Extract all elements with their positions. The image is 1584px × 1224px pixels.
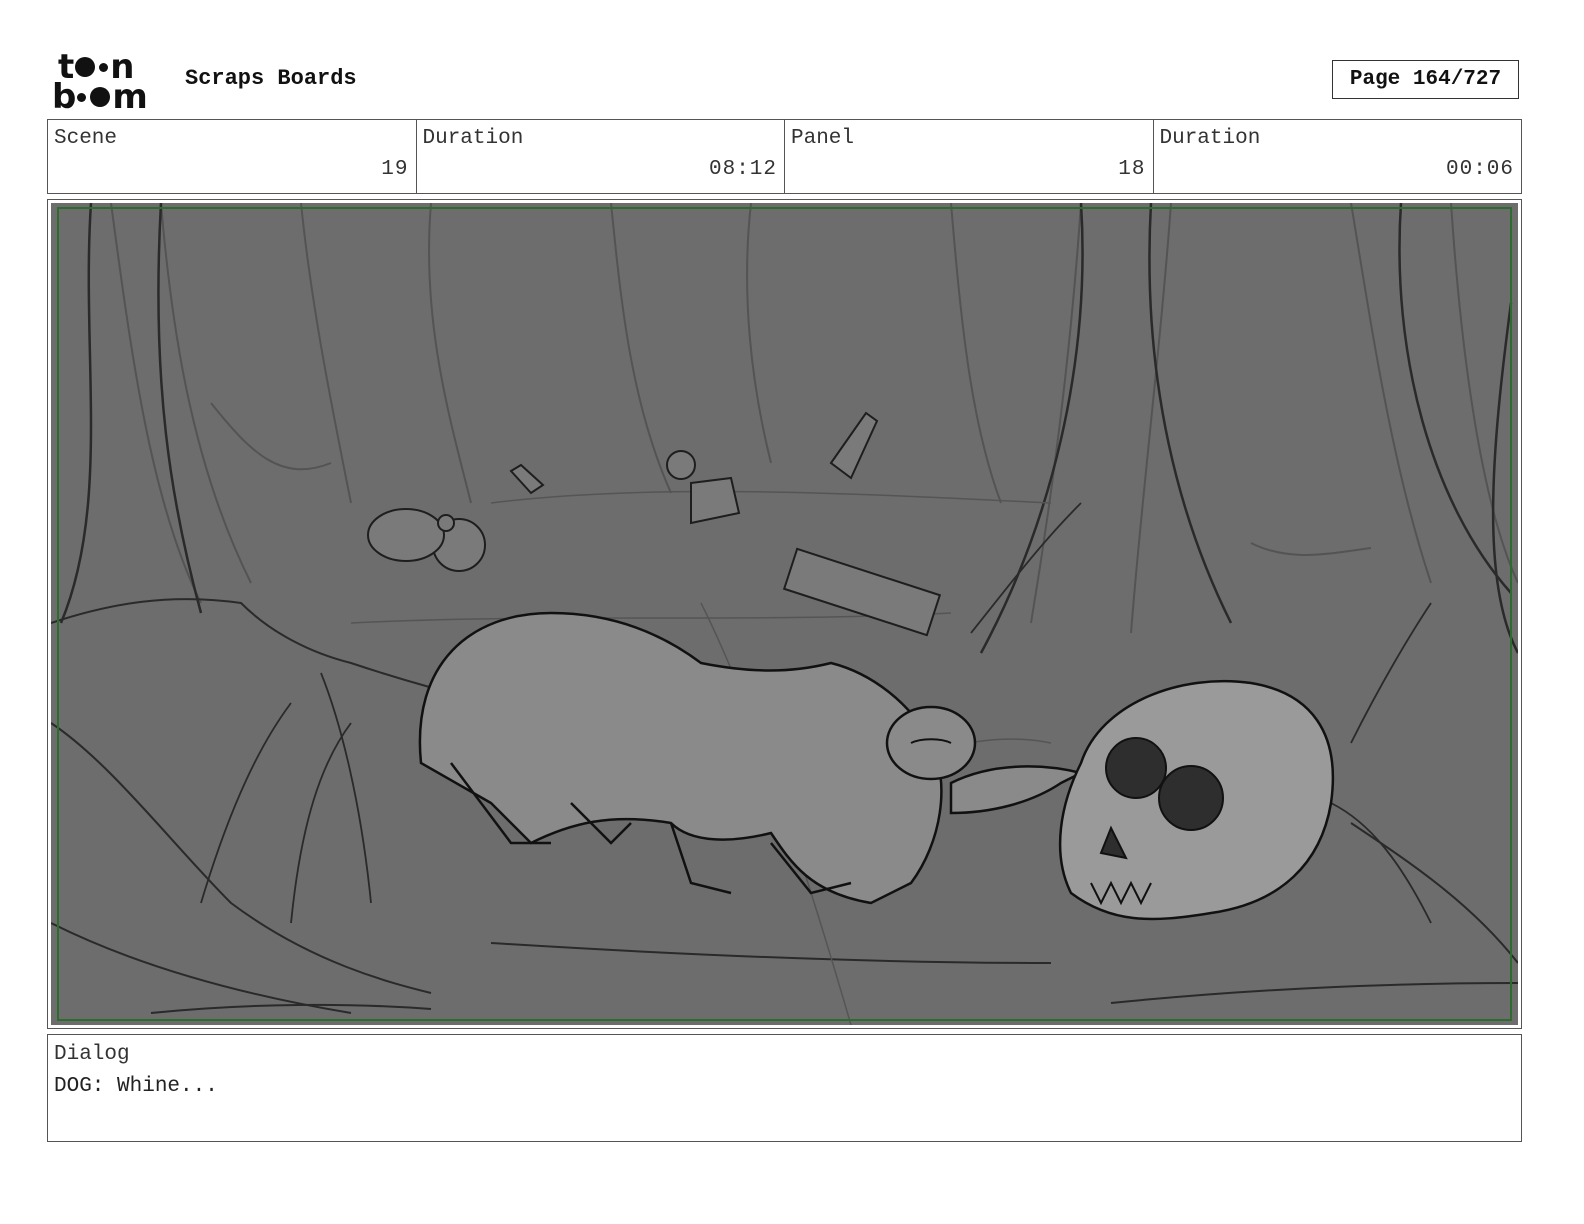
storyboard-panel-frame <box>47 199 1522 1029</box>
panel-label: Panel <box>791 127 855 150</box>
panel-background <box>51 203 1518 1025</box>
panel-duration-cell: Duration 00:06 <box>1154 120 1522 193</box>
logo-dot <box>90 87 111 107</box>
scene-label: Scene <box>54 127 118 150</box>
panel-duration-label: Duration <box>1159 127 1261 150</box>
panel-duration-value: 00:06 <box>1445 158 1514 181</box>
logo-dot <box>99 62 109 72</box>
scene-duration-cell: Duration 08:12 <box>417 120 785 193</box>
logo-letter-m: m <box>112 77 147 117</box>
dialog-text: DOG: Whine... <box>54 1075 218 1098</box>
dialog-box: Dialog DOG: Whine... <box>47 1034 1522 1142</box>
logo-letter-b: b <box>52 77 76 117</box>
logo-dot <box>77 92 87 102</box>
panel-info-row: Scene 19 Duration 08:12 Panel 18 Duratio… <box>47 119 1522 194</box>
scene-cell: Scene 19 <box>48 120 417 193</box>
dialog-label: Dialog <box>54 1043 130 1066</box>
toonboom-logo: t n b m <box>52 50 164 117</box>
scene-duration-value: 08:12 <box>708 158 777 181</box>
document-title: Scraps Boards <box>185 66 357 91</box>
logo-dot <box>75 57 96 77</box>
scene-value: 19 <box>381 158 409 181</box>
storyboard-sketch <box>51 203 1518 1025</box>
panel-value: 18 <box>1118 158 1146 181</box>
panel-cell: Panel 18 <box>785 120 1154 193</box>
logo-bottom-row: b m <box>52 77 148 117</box>
scene-duration-label: Duration <box>422 127 524 150</box>
page-number: Page 164/727 <box>1332 60 1519 99</box>
